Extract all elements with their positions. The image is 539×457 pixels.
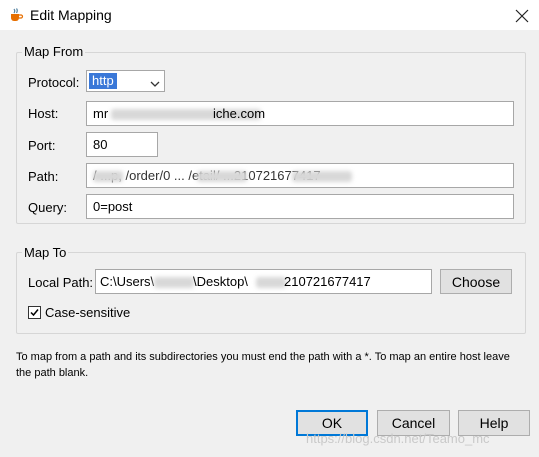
protocol-select[interactable]: http [86, 70, 165, 92]
path-redacted-3 [292, 171, 352, 182]
query-label: Query: [28, 200, 68, 215]
path-redacted-1 [93, 171, 123, 182]
port-label: Port: [28, 138, 56, 153]
host-value-start: mr [93, 106, 109, 121]
title-bar: Edit Mapping [0, 0, 539, 30]
local-path-label: Local Path: [28, 275, 94, 290]
local-path-part3: 210721677417 [284, 274, 371, 289]
path-label: Path: [28, 169, 59, 184]
watermark: https://blog.csdn.net/Teamo_mc [306, 431, 490, 446]
query-input[interactable]: 0=post [86, 194, 514, 219]
chevron-down-icon [150, 76, 160, 87]
window-title: Edit Mapping [30, 7, 112, 23]
choose-button[interactable]: Choose [440, 269, 512, 294]
protocol-label: Protocol: [28, 75, 80, 90]
map-from-legend: Map From [22, 44, 86, 59]
java-cup-icon [8, 7, 24, 23]
help-note: To map from a path and its subdirectorie… [16, 351, 510, 379]
local-path-redacted-2 [256, 277, 286, 288]
path-redacted-2 [197, 171, 247, 182]
case-sensitive-checkbox[interactable] [28, 306, 41, 319]
map-to-legend: Map To [22, 245, 69, 260]
local-path-redacted-1 [154, 277, 194, 288]
case-sensitive-label[interactable]: Case-sensitive [45, 305, 130, 320]
host-input[interactable]: mr iche.com [86, 101, 514, 126]
host-value-end: iche.com [213, 106, 266, 121]
close-icon[interactable] [515, 3, 529, 29]
checkmark-icon [30, 309, 39, 317]
local-path-part2: \Desktop\ [193, 274, 248, 289]
local-path-part1: C:\Users\ [100, 274, 155, 289]
local-path-input[interactable]: C:\Users\ \Desktop\ 210721677417 [95, 269, 432, 294]
host-label: Host: [28, 106, 59, 121]
path-input[interactable]: / ...p, /order/0 ... /etail/ ...21072167… [86, 163, 514, 188]
port-input[interactable]: 80 [86, 132, 158, 157]
protocol-selected-value: http [89, 73, 117, 89]
